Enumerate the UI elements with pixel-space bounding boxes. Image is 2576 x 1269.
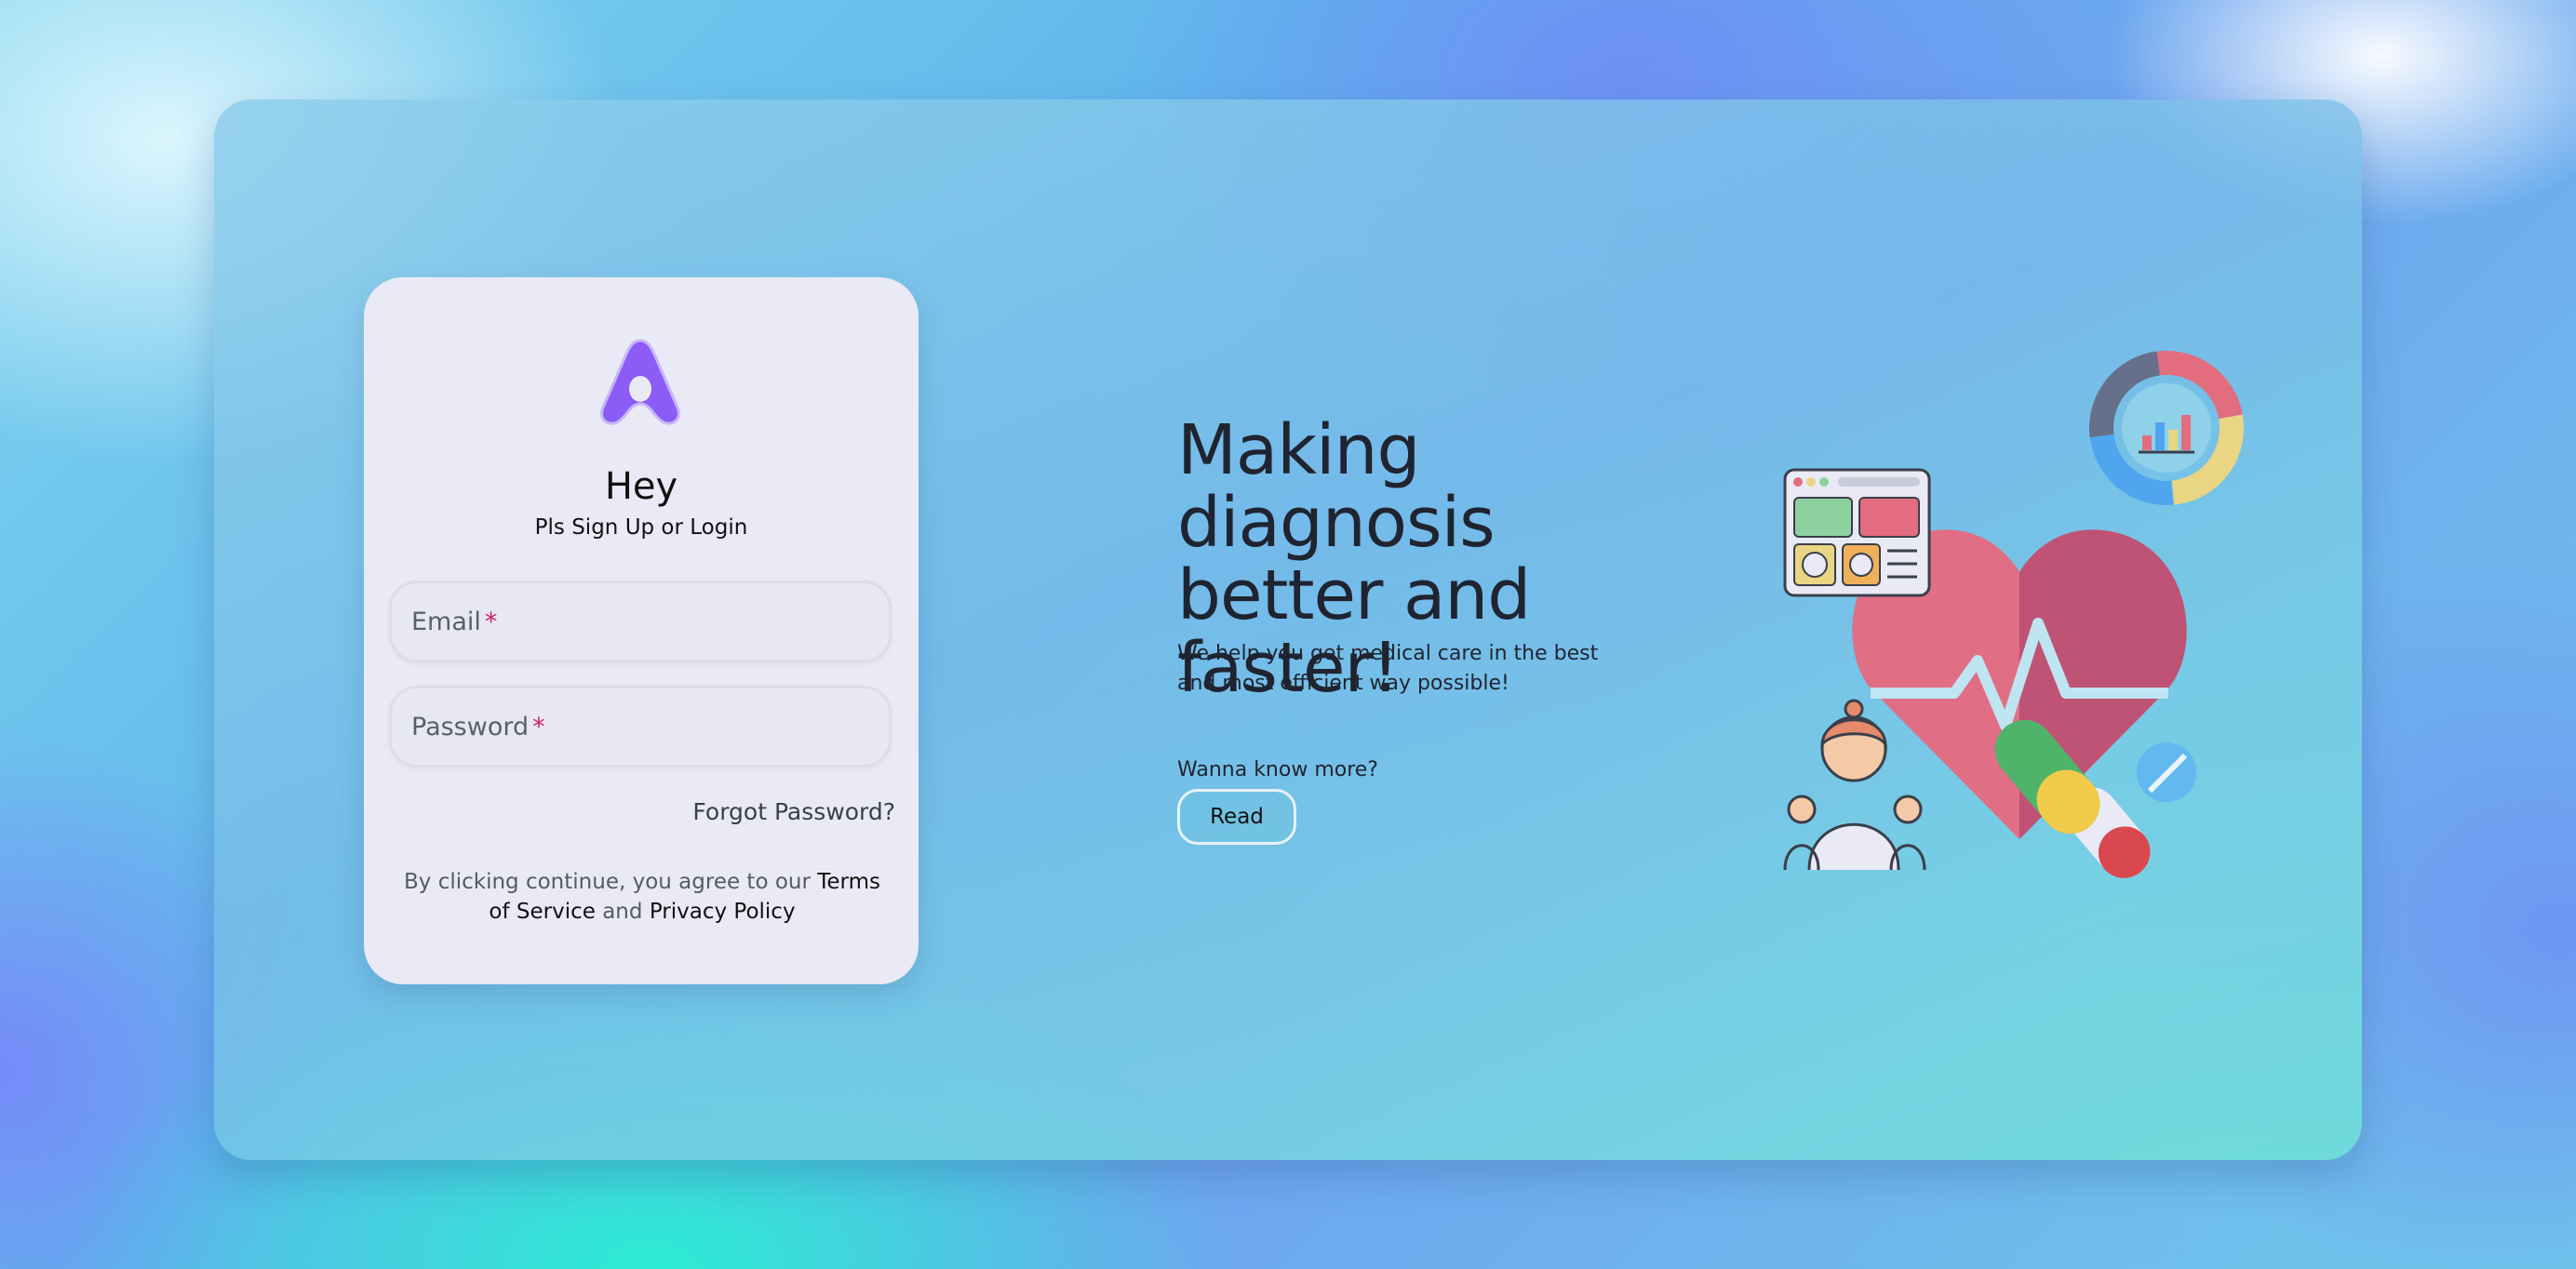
forgot-password-link[interactable]: Forgot Password? bbox=[692, 798, 895, 825]
required-mark: * bbox=[532, 712, 545, 741]
doctor-icon bbox=[1783, 699, 1926, 871]
brand-logo-icon bbox=[600, 339, 680, 425]
greeting-subtitle: Pls Sign Up or Login bbox=[534, 515, 748, 540]
privacy-policy-link[interactable]: Privacy Policy bbox=[650, 900, 796, 924]
dashboard-icon bbox=[1783, 468, 1931, 597]
more-prompt: Wanna know more? bbox=[1177, 758, 1378, 781]
email-field[interactable]: Email * bbox=[389, 581, 892, 662]
terms-and: and bbox=[595, 900, 650, 924]
greeting-title: Hey bbox=[604, 465, 678, 508]
required-mark: * bbox=[484, 607, 498, 636]
email-label: Email bbox=[411, 607, 481, 636]
donut-chart-icon bbox=[2089, 351, 2244, 505]
password-field[interactable]: Password * bbox=[389, 686, 892, 768]
medical-illustration bbox=[1783, 351, 2244, 878]
terms-text: By clicking continue, you agree to our T… bbox=[400, 867, 884, 927]
password-label: Password bbox=[411, 712, 530, 741]
read-button[interactable]: Read bbox=[1177, 789, 1296, 845]
terms-prefix: By clicking continue, you agree to our bbox=[404, 870, 818, 894]
hero-description: We help you get medical care in the best… bbox=[1177, 642, 1599, 695]
